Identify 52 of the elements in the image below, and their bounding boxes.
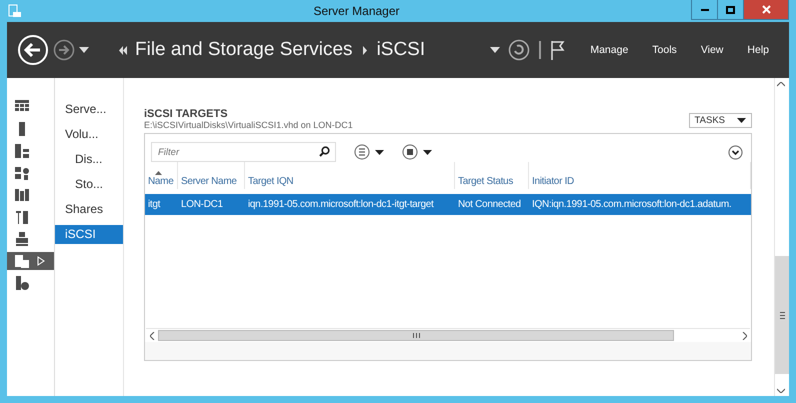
table-cell[interactable]: itgt bbox=[145, 194, 178, 215]
breadcrumb-item[interactable]: File and Storage Services bbox=[135, 39, 353, 61]
column-header[interactable]: Server Name bbox=[178, 162, 245, 189]
nav-item[interactable]: Serve... bbox=[55, 100, 123, 119]
window-title: Server Manager bbox=[312, 4, 401, 18]
nav-item[interactable]: Shares bbox=[55, 200, 123, 219]
refresh-icon[interactable] bbox=[508, 39, 530, 61]
minimize-icon bbox=[700, 8, 708, 10]
menu-item[interactable]: Manage bbox=[580, 44, 638, 56]
tasks-button[interactable]: TASKS bbox=[688, 113, 752, 128]
forward-button[interactable] bbox=[53, 39, 75, 61]
save-query-button[interactable] bbox=[402, 144, 432, 160]
filter-field[interactable]: Filter bbox=[151, 142, 336, 162]
breadcrumb-item[interactable]: iSCSI bbox=[376, 39, 426, 61]
caret-icon[interactable] bbox=[79, 47, 89, 53]
nav-item[interactable]: Dis... bbox=[55, 150, 123, 169]
column-header[interactable]: Initiator ID bbox=[529, 162, 751, 189]
caret-icon bbox=[423, 150, 432, 154]
chevron-icon bbox=[360, 46, 369, 54]
caret-icon bbox=[375, 150, 384, 154]
panel-title: iSCSI TARGETS bbox=[144, 108, 229, 120]
expand-button[interactable] bbox=[728, 144, 743, 160]
maximize-icon bbox=[726, 6, 735, 14]
app-icon bbox=[8, 4, 22, 18]
nav-item[interactable]: Sto... bbox=[55, 175, 123, 194]
table-cell[interactable]: IQN:iqn.1991-05.com.microsoft:lon-dc1.adatum. bbox=[529, 194, 751, 215]
close-icon bbox=[762, 5, 770, 14]
scrollbar-thumb[interactable] bbox=[158, 330, 674, 341]
scrollbar-thumb[interactable] bbox=[775, 256, 789, 374]
sidebar-icon-button[interactable] bbox=[7, 252, 54, 270]
column-header[interactable]: Target IQN bbox=[245, 162, 455, 189]
back-button[interactable] bbox=[17, 34, 49, 66]
caret-icon[interactable] bbox=[490, 47, 500, 53]
menu-item[interactable]: View bbox=[690, 44, 734, 56]
caret-icon bbox=[737, 118, 746, 123]
close-button[interactable] bbox=[744, 0, 788, 19]
list-options-button[interactable] bbox=[354, 144, 384, 160]
search-icon bbox=[319, 146, 330, 157]
arrow-icon bbox=[37, 256, 45, 266]
nav-item[interactable]: iSCSI bbox=[55, 225, 123, 244]
column-header[interactable]: Name bbox=[145, 162, 178, 189]
column-header[interactable]: Target Status bbox=[455, 162, 529, 189]
flag-icon[interactable] bbox=[550, 39, 566, 61]
nav-item[interactable]: Volu... bbox=[55, 125, 123, 144]
chevron-icon bbox=[119, 46, 127, 54]
table-cell[interactable]: iqn.1991-05.com.microsoft:lon-dc1-itgt-target bbox=[245, 194, 455, 215]
menu-item[interactable]: Help bbox=[737, 44, 779, 56]
panel-subtitle: E:\iSCSIVirtualDisks\VirtualiSCSI1.vhd on LON-DC1 bbox=[144, 120, 353, 130]
table-cell[interactable]: Not Connected bbox=[455, 194, 529, 215]
print-icon bbox=[13, 230, 31, 248]
menu-item[interactable]: Tools bbox=[642, 44, 687, 56]
table-cell[interactable]: LON-DC1 bbox=[178, 194, 245, 215]
